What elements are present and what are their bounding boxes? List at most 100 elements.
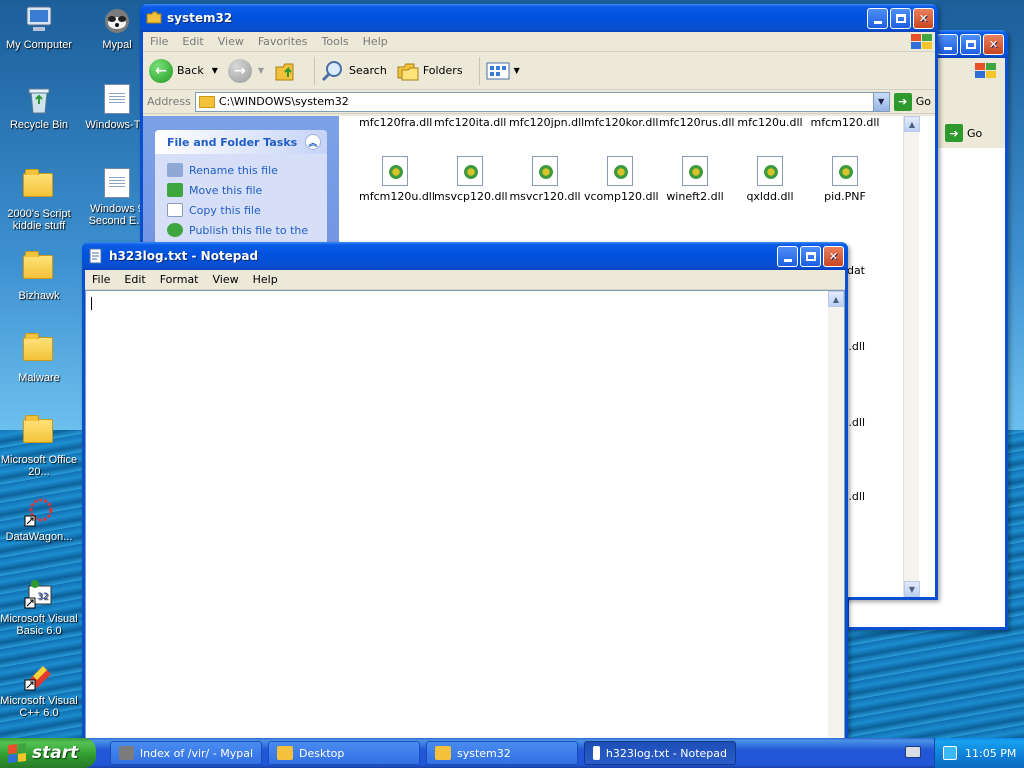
file-item[interactable]: mfc120kor.dll [584,116,658,129]
taskbar: start Index of /vir/ - Mypal Desktop sys… [0,738,1024,768]
file-item[interactable]: pid.PNF [809,156,881,203]
menu-view[interactable]: View [211,35,251,48]
go-arrow-icon: ➔ [945,124,963,142]
task-panel-header[interactable]: File and Folder Tasks ︽ [155,130,327,154]
window-title: system32 [167,11,233,25]
file-item[interactable]: mfc120jpn.dll [509,116,584,129]
collapse-chevron-icon[interactable]: ︽ [305,134,321,150]
scroll-up-icon[interactable]: ▲ [828,291,844,307]
desktop-icon-label: My Computer [5,39,73,51]
notepad-scrollbar[interactable]: ▲ [828,291,844,738]
clock[interactable]: 11:05 PM [965,747,1016,760]
start-button[interactable]: start [0,738,96,768]
folders-button[interactable]: Folders [397,61,463,81]
address-field[interactable]: C:\WINDOWS\system32 ▼ [194,91,890,112]
keyboard-icon[interactable] [905,746,921,758]
window-title: h323log.txt - Notepad [109,249,259,263]
menu-edit[interactable]: Edit [175,35,210,48]
menu-view[interactable]: View [206,273,246,286]
desktop-icon-script-kiddie[interactable]: 2000's Script kiddie stuff [0,168,78,232]
explorer-toolbar: ← Back ▼ → ▼ Search Folders ▼ [143,52,935,90]
address-dropdown-button[interactable]: ▼ [872,92,889,111]
file-item[interactable]: mfc120ita.dll [434,116,506,129]
scroll-down-icon[interactable]: ▼ [904,581,920,597]
file-item[interactable]: msvcr120.dll [509,156,581,203]
up-folder-icon [275,63,294,80]
file-item[interactable]: vcomp120.dll [584,156,659,203]
menu-help[interactable]: Help [246,273,285,286]
chevron-down-icon: ▼ [211,66,218,75]
task-publish[interactable]: Publish this file to the [167,220,317,240]
go-button[interactable]: ➔ Go [893,92,931,111]
taskbar-button-system32[interactable]: system32 [426,741,578,765]
notepad-window[interactable]: h323log.txt - Notepad ✕ File Edit Format… [82,242,848,742]
dll-file-icon [682,156,708,186]
file-item[interactable]: msvcp120.dll [434,156,508,203]
desktop-icon-ms-office[interactable]: Microsoft Office 20... [0,414,78,478]
task-move[interactable]: Move this file [167,180,317,200]
maximize-button[interactable] [960,33,981,55]
desktop-icon-bizhawk[interactable]: Bizhawk [0,250,78,302]
file-item[interactable]: wineft2.dll [659,156,731,203]
desktop-icon-malware[interactable]: Malware [0,332,78,384]
desktop-icon-label: Bizhawk [18,290,60,302]
desktop-icon-label: Recycle Bin [9,119,69,131]
folder-icon [23,415,55,451]
menu-edit[interactable]: Edit [117,273,152,286]
rename-icon [167,163,183,177]
menu-format[interactable]: Format [153,273,206,286]
notepad-text-area[interactable]: ▲ [85,290,845,739]
file-item[interactable]: mfcm120.dll [809,116,881,129]
png-file-icon [832,156,858,186]
taskbar-button-notepad[interactable]: h323log.txt - Notepad [584,741,736,765]
search-button[interactable]: Search [321,59,387,83]
maximize-button[interactable] [800,245,821,267]
explorer-titlebar[interactable]: system32 ✕ [140,4,938,32]
visual-cpp-icon [23,660,55,692]
desktop-icon-recycle-bin[interactable]: Recycle Bin [0,84,78,131]
views-button[interactable]: ▼ [486,61,520,81]
close-button[interactable]: ✕ [983,33,1004,55]
folder-icon [146,10,162,26]
desktop-icon-datawagon[interactable]: DataWagon... [0,496,78,543]
go-button[interactable]: ➔ Go [945,124,982,142]
file-item[interactable]: mfc120fra.dll [359,116,432,129]
file-list-scrollbar[interactable]: ▲ ▼ [903,116,920,597]
toolbar-separator [478,56,480,85]
close-button[interactable]: ✕ [913,7,934,29]
maximize-button[interactable] [890,7,911,29]
notepad-titlebar[interactable]: h323log.txt - Notepad ✕ [82,242,848,270]
forward-button[interactable]: → ▼ [227,58,264,83]
file-item[interactable]: mfcm120u.dll [359,156,435,203]
desktop-icon-vcpp6[interactable]: Microsoft Visual C++ 6.0 [0,660,78,719]
minimize-button[interactable] [777,245,798,267]
minimize-button[interactable] [937,33,958,55]
back-button[interactable]: ← Back ▼ [149,58,218,83]
desktop-icon-label: Microsoft Visual Basic 6.0 [0,613,78,637]
close-button[interactable]: ✕ [823,245,844,267]
taskbar-button-desktop[interactable]: Desktop [268,741,420,765]
folders-icon [397,63,419,80]
task-copy[interactable]: Copy this file [167,200,317,220]
up-folder-button[interactable] [274,59,298,83]
taskbar-button-mypal[interactable]: Index of /vir/ - Mypal [110,741,262,765]
menu-help[interactable]: Help [356,35,395,48]
menu-file[interactable]: File [143,35,175,48]
menu-tools[interactable]: Tools [315,35,356,48]
menu-favorites[interactable]: Favorites [251,35,315,48]
task-rename[interactable]: Rename this file [167,160,317,180]
desktop-icon-vb6[interactable]: 32 Microsoft Visual Basic 6.0 [0,578,78,637]
raccoon-icon [101,4,133,36]
dll-file-icon [457,156,483,186]
search-icon [321,60,343,81]
file-item[interactable]: mfc120u.dll [734,116,806,129]
desktop-icon-my-computer[interactable]: My Computer [0,4,78,51]
network-icon[interactable] [943,746,957,760]
scroll-up-icon[interactable]: ▲ [904,116,920,132]
windows-flag-icon [8,743,26,763]
file-item[interactable]: mfc120rus.dll [659,116,734,129]
menu-file[interactable]: File [85,273,117,286]
file-item[interactable]: qxldd.dll [734,156,806,203]
minimize-button[interactable] [867,7,888,29]
forward-arrow-icon: → [227,58,252,83]
